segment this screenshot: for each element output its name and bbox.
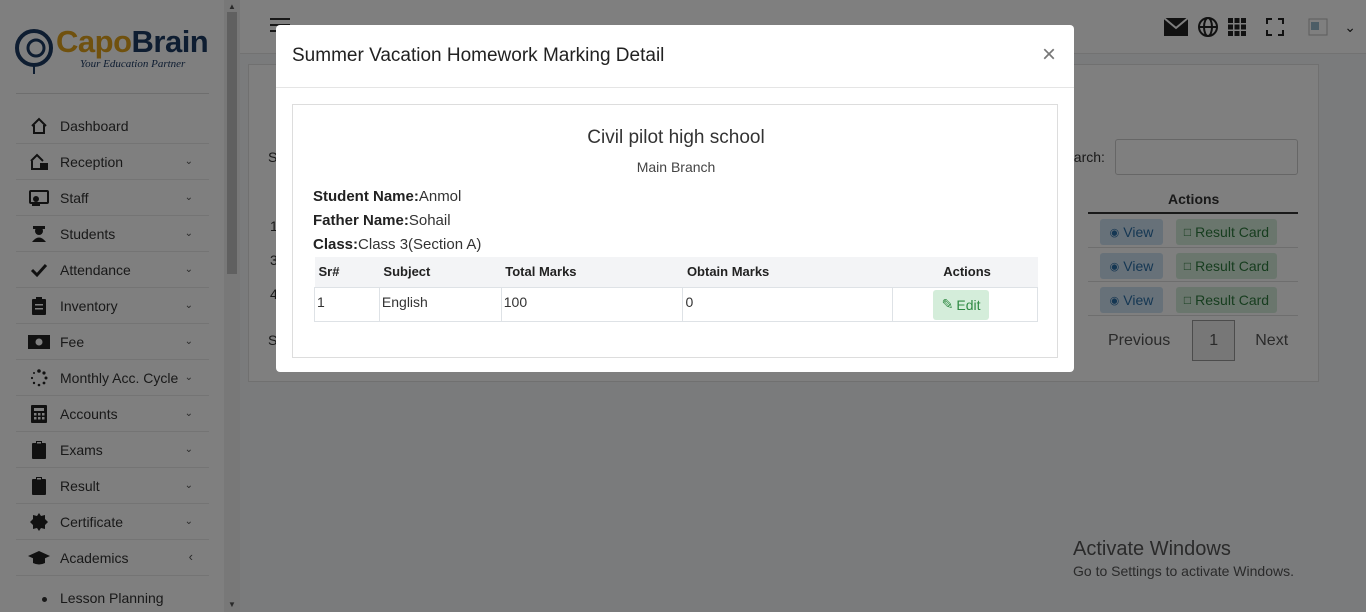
cell-sr: 1 <box>314 286 380 322</box>
cell-total-marks: 100 <box>500 286 684 322</box>
column-header: Obtain Marks <box>682 257 893 287</box>
marking-detail-modal: Summer Vacation Homework Marking Detail … <box>276 25 1074 372</box>
table-header-row: Sr# Subject Total Marks Obtain Marks Act… <box>314 257 1038 287</box>
school-name: Civil pilot high school <box>587 127 765 148</box>
class-label: Class: <box>313 236 359 253</box>
edit-button[interactable]: ✎ Edit <box>933 289 990 320</box>
cell-actions: ✎ Edit <box>892 286 1038 322</box>
marks-table: Sr# Subject Total Marks Obtain Marks Act… <box>314 257 1038 322</box>
branch-name: Main Branch <box>636 159 716 175</box>
cell-subject: English <box>378 286 502 322</box>
table-row: 1 English 100 0 ✎ Edit <box>314 286 1038 322</box>
column-header: Sr# <box>314 257 380 287</box>
modal-title: Summer Vacation Homework Marking Detail <box>292 45 665 66</box>
close-icon[interactable]: × <box>1042 43 1056 67</box>
cell-obtain-marks: 0 <box>682 286 894 322</box>
father-name-label: Father Name: <box>313 212 409 229</box>
column-header: Actions <box>892 257 1038 287</box>
marking-detail-panel: Civil pilot high school Main Branch Stud… <box>292 104 1058 358</box>
column-header: Total Marks <box>501 257 683 287</box>
student-name-label: Student Name: <box>313 188 419 205</box>
modal-header: Summer Vacation Homework Marking Detail … <box>276 25 1074 88</box>
pencil-icon: ✎ <box>941 296 954 312</box>
student-name-row: Student Name:Anmol <box>313 188 461 205</box>
student-name-value: Anmol <box>418 188 462 205</box>
father-name-value: Sohail <box>408 212 451 229</box>
father-name-row: Father Name:Sohail <box>313 212 451 229</box>
class-value: Class 3(Section A) <box>358 236 482 253</box>
class-row: Class:Class 3(Section A) <box>313 236 481 253</box>
column-header: Subject <box>379 257 502 287</box>
